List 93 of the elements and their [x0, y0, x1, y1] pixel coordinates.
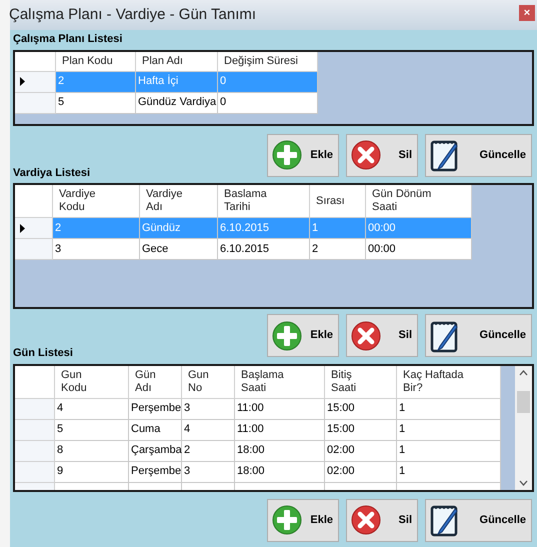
- chevron-down-icon[interactable]: [519, 480, 528, 486]
- table-cell: 2: [182, 440, 235, 462]
- table-cell: 00:00: [366, 239, 472, 260]
- table-cell: 2: [53, 218, 140, 239]
- section-title: Vardiya Listesi: [13, 166, 92, 180]
- section-title: Gün Listesi: [13, 346, 74, 361]
- row-header-cell[interactable]: [15, 420, 55, 440]
- table-cell: 5: [56, 92, 136, 114]
- column-header: Vardiye Adı: [140, 185, 218, 218]
- table-cell: 0: [218, 92, 318, 114]
- close-button[interactable]: ×: [519, 5, 535, 21]
- add-button[interactable]: Ekle: [267, 498, 339, 542]
- delete-button[interactable]: Sil: [346, 314, 418, 357]
- update-button[interactable]: Güncelle: [425, 134, 532, 176]
- row-header-cell: [15, 185, 53, 218]
- table-cell: 3: [53, 239, 140, 260]
- plus-icon: [272, 505, 302, 535]
- column-header: Gün Adı: [129, 366, 182, 398]
- table-cell: 6.10.2015: [218, 239, 310, 260]
- table-cell: 4: [55, 398, 129, 420]
- table-cell: 11:00: [235, 420, 325, 440]
- table-cell: 1: [310, 218, 366, 239]
- row-header-cell[interactable]: [15, 239, 53, 260]
- row-header-cell[interactable]: [15, 92, 56, 114]
- table-cell: 1: [397, 398, 501, 420]
- table-cell: 8: [55, 440, 129, 462]
- row-header-cell: [15, 52, 56, 72]
- column-header: Gün Dönüm Saati: [366, 185, 472, 218]
- table-cell: Gündüz Vardiya: [136, 92, 218, 114]
- section-title: Çalışma Planı Listesi: [13, 32, 124, 47]
- scrollbar-thumb[interactable]: [517, 390, 530, 412]
- column-header: Sırası: [310, 185, 366, 218]
- table-cell: 18:00: [235, 462, 325, 482]
- row-header-cell[interactable]: [15, 398, 55, 420]
- column-header: Baslama Tarihi: [218, 185, 310, 218]
- row-header-cell[interactable]: [15, 462, 55, 482]
- column-header: Başlama Saati: [235, 366, 325, 398]
- add-button[interactable]: Ekle: [267, 314, 339, 357]
- table-cell: 2: [56, 72, 136, 92]
- table-cell: 6.10.2015: [218, 218, 310, 239]
- table-cell: Gece: [140, 239, 218, 260]
- table-cell: Perşembe: [129, 462, 182, 482]
- update-button[interactable]: Güncelle: [425, 498, 532, 542]
- column-header: Gun No: [182, 366, 235, 398]
- table-cell: 9: [55, 462, 129, 482]
- column-header: Değişim Süresi: [218, 52, 318, 72]
- chevron-up-icon[interactable]: [519, 370, 528, 376]
- table-cell: 2: [310, 239, 366, 260]
- update-button[interactable]: Güncelle: [425, 314, 532, 357]
- plus-icon: [272, 320, 302, 350]
- row-header-cell[interactable]: [15, 218, 53, 239]
- table-cell: 00:00: [366, 218, 472, 239]
- table-cell: 4: [182, 420, 235, 440]
- table-cell: Cuma: [129, 420, 182, 440]
- table-cell: 18:00: [235, 440, 325, 462]
- table-cell: Gündüz: [140, 218, 218, 239]
- table-cell: 15:00: [325, 398, 397, 420]
- table-cell: 02:00: [325, 462, 397, 482]
- table-cell: 1: [397, 420, 501, 440]
- vertical-scrollbar[interactable]: [515, 366, 532, 490]
- delete-button[interactable]: Sil: [346, 134, 418, 176]
- add-button[interactable]: Ekle: [267, 134, 339, 176]
- window-title: Çalışma Planı - Vardiye - Gün Tanımı: [9, 5, 256, 25]
- delete-button[interactable]: Sil: [346, 498, 418, 542]
- close-icon: [351, 505, 381, 535]
- row-header-cell: [15, 366, 55, 398]
- close-icon: [351, 140, 381, 170]
- column-header: Bitiş Saati: [325, 366, 397, 398]
- table-cell: Perşembe: [129, 398, 182, 420]
- column-header: Gun Kodu: [55, 366, 129, 398]
- table-cell: Hafta İçi: [136, 72, 218, 92]
- table-cell: 5: [55, 420, 129, 440]
- column-header: Kaç Haftada Bir?: [397, 366, 501, 398]
- column-header: Vardiye Kodu: [53, 185, 140, 218]
- table-cell: 11:00: [235, 398, 325, 420]
- current-row-icon: [20, 224, 25, 232]
- row-header-cell[interactable]: [15, 72, 56, 92]
- table-cell: 0: [218, 72, 318, 92]
- table-cell: 1: [397, 462, 501, 482]
- table-cell: 3: [182, 398, 235, 420]
- close-icon: [351, 320, 381, 350]
- column-header: Plan Kodu: [56, 52, 136, 72]
- table-cell: 3: [182, 462, 235, 482]
- table-cell: 02:00: [325, 440, 397, 462]
- table-cell: 15:00: [325, 420, 397, 440]
- table-cell: 1: [397, 440, 501, 462]
- row-header-cell[interactable]: [15, 440, 55, 462]
- current-row-icon: [20, 77, 25, 86]
- notepad-pen-icon: [430, 503, 460, 537]
- notepad-pen-icon: [430, 138, 460, 172]
- plus-icon: [272, 140, 302, 170]
- column-header: Plan Adı: [136, 52, 218, 72]
- table-cell: Çarşamba: [129, 440, 182, 462]
